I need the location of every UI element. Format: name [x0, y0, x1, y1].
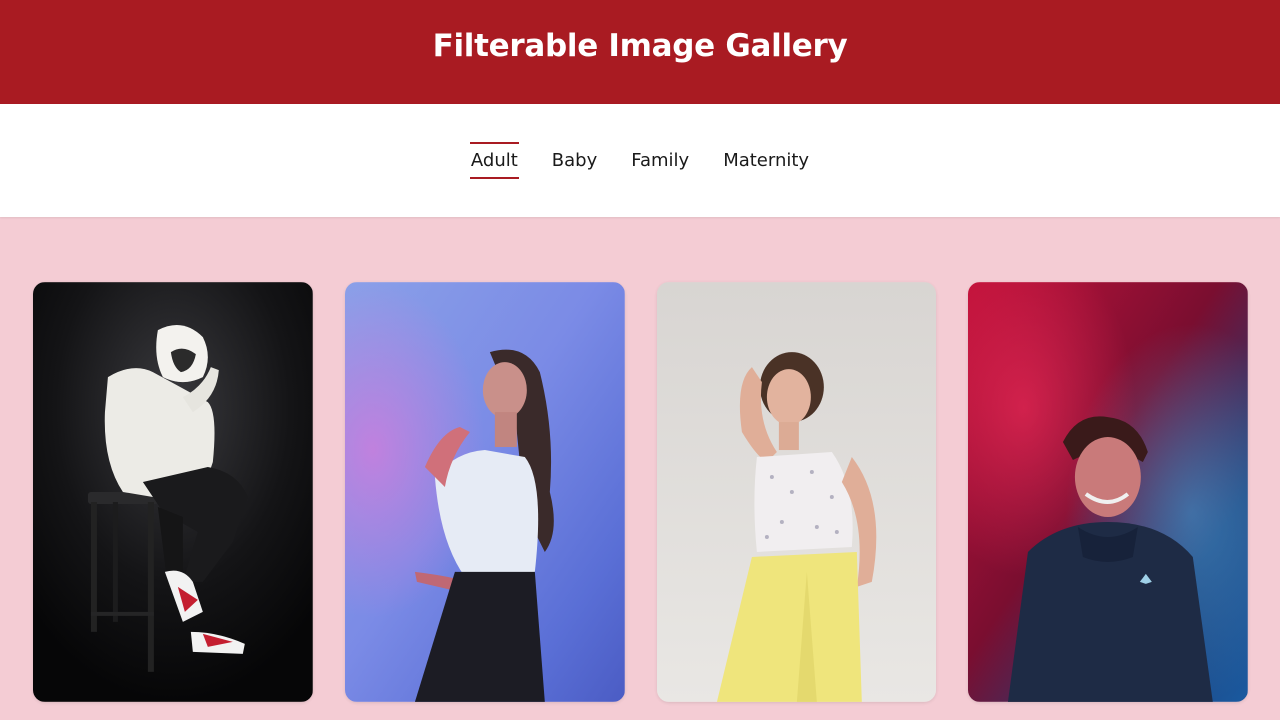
- image-gallery: [0, 217, 1280, 702]
- filter-tab-adult[interactable]: Adult: [469, 142, 519, 179]
- gallery-image-4[interactable]: [968, 282, 1248, 702]
- page-header: Filterable Image Gallery: [0, 0, 1280, 104]
- photo-icon: [968, 282, 1248, 702]
- photo-icon: [656, 282, 937, 702]
- gallery-image-2[interactable]: [344, 282, 625, 702]
- gallery-image-1[interactable]: [33, 282, 313, 702]
- page-title: Filterable Image Gallery: [432, 28, 848, 64]
- photo-icon: [344, 282, 625, 702]
- filter-bar: Adult Baby Family Maternity: [0, 104, 1280, 217]
- filter-tab-baby[interactable]: Baby: [551, 146, 598, 177]
- gallery-image-3[interactable]: [656, 282, 937, 702]
- photo-icon: [33, 282, 313, 702]
- filter-tab-maternity[interactable]: Maternity: [722, 146, 810, 177]
- filter-tab-family[interactable]: Family: [630, 146, 690, 177]
